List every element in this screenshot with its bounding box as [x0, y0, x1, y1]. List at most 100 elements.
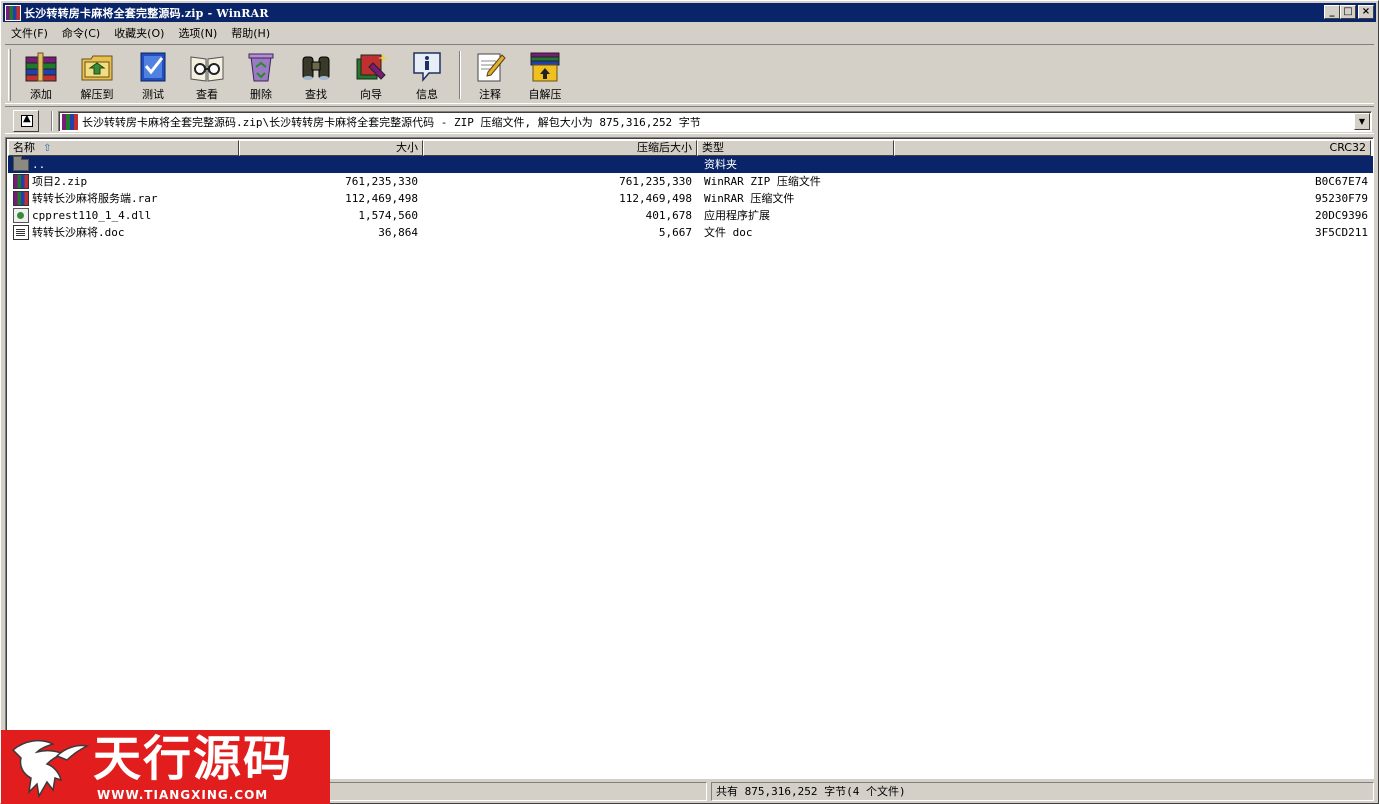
- menu-bar: 文件(F) 命令(C) 收藏夹(O) 选项(N) 帮助(H): [3, 23, 276, 42]
- info-button[interactable]: 信息: [401, 49, 453, 103]
- file-name: ..: [32, 158, 46, 171]
- list-item[interactable]: cpprest110_1_4.dll 1,574,560 401,678 应用程…: [8, 207, 1373, 224]
- restore-button[interactable]: □: [1340, 5, 1356, 19]
- file-packed-size: 112,469,498: [619, 192, 692, 205]
- list-item[interactable]: 项目2.zip 761,235,330 761,235,330 WinRAR Z…: [8, 173, 1373, 190]
- delete-button[interactable]: 删除: [235, 49, 287, 103]
- file-name: cpprest110_1_4.dll: [32, 209, 152, 222]
- address-separator: [51, 111, 53, 131]
- comment-label: 注释: [479, 88, 501, 101]
- comment-pen-icon: [472, 49, 508, 83]
- column-header-crc[interactable]: CRC32: [894, 140, 1371, 156]
- wizard-label: 向导: [360, 88, 382, 101]
- file-packed-size: 5,667: [658, 226, 692, 239]
- test-label: 测试: [142, 88, 164, 101]
- view-glasses-icon: [189, 49, 225, 83]
- extract-folder-icon: [79, 49, 115, 83]
- file-crc: 3F5CD211: [1315, 226, 1368, 239]
- path-dropdown-button[interactable]: ▼: [1354, 113, 1370, 130]
- file-rows: .. 资料夹 项目2.zip 761,235,330 761,235,330 W…: [8, 156, 1373, 241]
- column-name-label: 名称: [13, 141, 35, 154]
- file-size: 761,235,330: [345, 175, 418, 188]
- view-button[interactable]: 查看: [181, 49, 233, 103]
- menu-help[interactable]: 帮助(H): [223, 25, 276, 41]
- test-button[interactable]: 测试: [127, 49, 179, 103]
- info-icon: [409, 49, 445, 83]
- sort-ascending-icon: ⇧: [43, 143, 52, 154]
- file-type: WinRAR ZIP 压缩文件: [704, 175, 821, 188]
- toolbar-grip[interactable]: [8, 49, 11, 101]
- up-arrow-icon: [21, 113, 33, 127]
- add-label: 添加: [30, 88, 52, 101]
- file-crc: B0C67E74: [1315, 175, 1368, 188]
- folder-icon: [13, 156, 29, 171]
- toolbar: 添加 解压到 测试 查看 删除 查找 向导 信息 注释 自解压: [5, 44, 1374, 104]
- column-header-row: 名称 ⇧ 大小 压缩后大小 类型 CRC32: [8, 140, 1371, 156]
- delete-label: 删除: [250, 88, 272, 101]
- dll-file-icon: [13, 208, 29, 223]
- minimize-button[interactable]: _: [1324, 5, 1340, 19]
- sfx-label: 自解压: [528, 88, 562, 101]
- winrar-app-icon[interactable]: [5, 4, 21, 21]
- pegasus-logo-icon: [11, 739, 90, 799]
- file-type: WinRAR 压缩文件: [704, 192, 795, 205]
- file-packed-size: 401,678: [645, 209, 692, 222]
- extract-to-button[interactable]: 解压到: [71, 49, 123, 103]
- comment-button[interactable]: 注释: [464, 49, 516, 103]
- sfx-box-icon: [527, 49, 563, 83]
- menu-options[interactable]: 选项(N): [170, 25, 223, 41]
- find-binoculars-icon: [298, 49, 334, 83]
- close-button[interactable]: ×: [1358, 5, 1374, 19]
- address-bar: 长沙转转房卡麻将全套完整源码.zip\长沙转转房卡麻将全套完整源代码 - ZIP…: [5, 106, 1374, 134]
- file-crc: 95230F79: [1315, 192, 1368, 205]
- info-label: 信息: [416, 88, 438, 101]
- document-icon: [13, 225, 29, 240]
- view-label: 查看: [196, 88, 218, 101]
- menu-favorites[interactable]: 收藏夹(O): [106, 25, 170, 41]
- archive-icon: [62, 113, 78, 130]
- column-header-type[interactable]: 类型: [697, 140, 894, 156]
- find-label: 查找: [305, 88, 327, 101]
- file-size: 112,469,498: [345, 192, 418, 205]
- list-item-parent-folder[interactable]: .. 资料夹: [8, 156, 1373, 173]
- menu-file[interactable]: 文件(F): [3, 25, 54, 41]
- status-total-text: 共有 875,316,252 字节(4 个文件): [716, 785, 906, 798]
- file-type: 文件 doc: [704, 226, 753, 239]
- watermark-url: WWW.TIANGXING.COM: [97, 788, 269, 802]
- path-combobox[interactable]: 长沙转转房卡麻将全套完整源码.zip\长沙转转房卡麻将全套完整源代码 - ZIP…: [58, 111, 1372, 132]
- title-bar[interactable]: 长沙转转房卡麻将全套完整源码.zip - WinRAR _ □ ×: [3, 3, 1376, 22]
- list-item[interactable]: 转转长沙麻将.doc 36,864 5,667 文件 doc 3F5CD211: [8, 224, 1373, 241]
- list-item[interactable]: 转转长沙麻将服务端.rar 112,469,498 112,469,498 Wi…: [8, 190, 1373, 207]
- file-type: 应用程序扩展: [704, 209, 770, 222]
- path-text: 长沙转转房卡麻将全套完整源码.zip\长沙转转房卡麻将全套完整源代码 - ZIP…: [82, 115, 701, 129]
- file-crc: 20DC9396: [1315, 209, 1368, 222]
- file-name: 项目2.zip: [32, 175, 88, 188]
- winrar-window: 长沙转转房卡麻将全套完整源码.zip - WinRAR _ □ × 文件(F) …: [0, 0, 1379, 804]
- up-folder-button[interactable]: [13, 110, 39, 132]
- extract-to-label: 解压到: [80, 88, 114, 101]
- file-packed-size: 761,235,330: [619, 175, 692, 188]
- wizard-icon: [353, 49, 389, 83]
- column-header-packed[interactable]: 压缩后大小: [423, 140, 697, 156]
- file-size: 1,574,560: [358, 209, 418, 222]
- column-header-size[interactable]: 大小: [239, 140, 423, 156]
- wizard-button[interactable]: 向导: [345, 49, 397, 103]
- rar-archive-icon: [13, 191, 29, 206]
- zip-archive-icon: [13, 174, 29, 189]
- file-list[interactable]: 名称 ⇧ 大小 压缩后大小 类型 CRC32 .. 资料夹 项目2.zip 761…: [5, 137, 1374, 779]
- test-check-icon: [135, 49, 171, 83]
- toolbar-separator: [459, 51, 461, 99]
- watermark-title: 天行源码: [93, 731, 294, 787]
- window-title: 长沙转转房卡麻将全套完整源码.zip - WinRAR: [24, 6, 269, 20]
- file-type: 资料夹: [704, 158, 737, 171]
- file-name: 转转长沙麻将.doc: [32, 226, 125, 239]
- sfx-button[interactable]: 自解压: [519, 49, 571, 103]
- status-panel-total: 共有 875,316,252 字节(4 个文件): [711, 782, 1374, 801]
- column-header-name[interactable]: 名称 ⇧: [8, 140, 239, 156]
- window-controls: _ □ ×: [1324, 5, 1374, 19]
- file-name: 转转长沙麻将服务端.rar: [32, 192, 158, 205]
- delete-recycle-icon: [243, 49, 279, 83]
- add-button[interactable]: 添加: [15, 49, 67, 103]
- menu-commands[interactable]: 命令(C): [54, 25, 106, 41]
- find-button[interactable]: 查找: [290, 49, 342, 103]
